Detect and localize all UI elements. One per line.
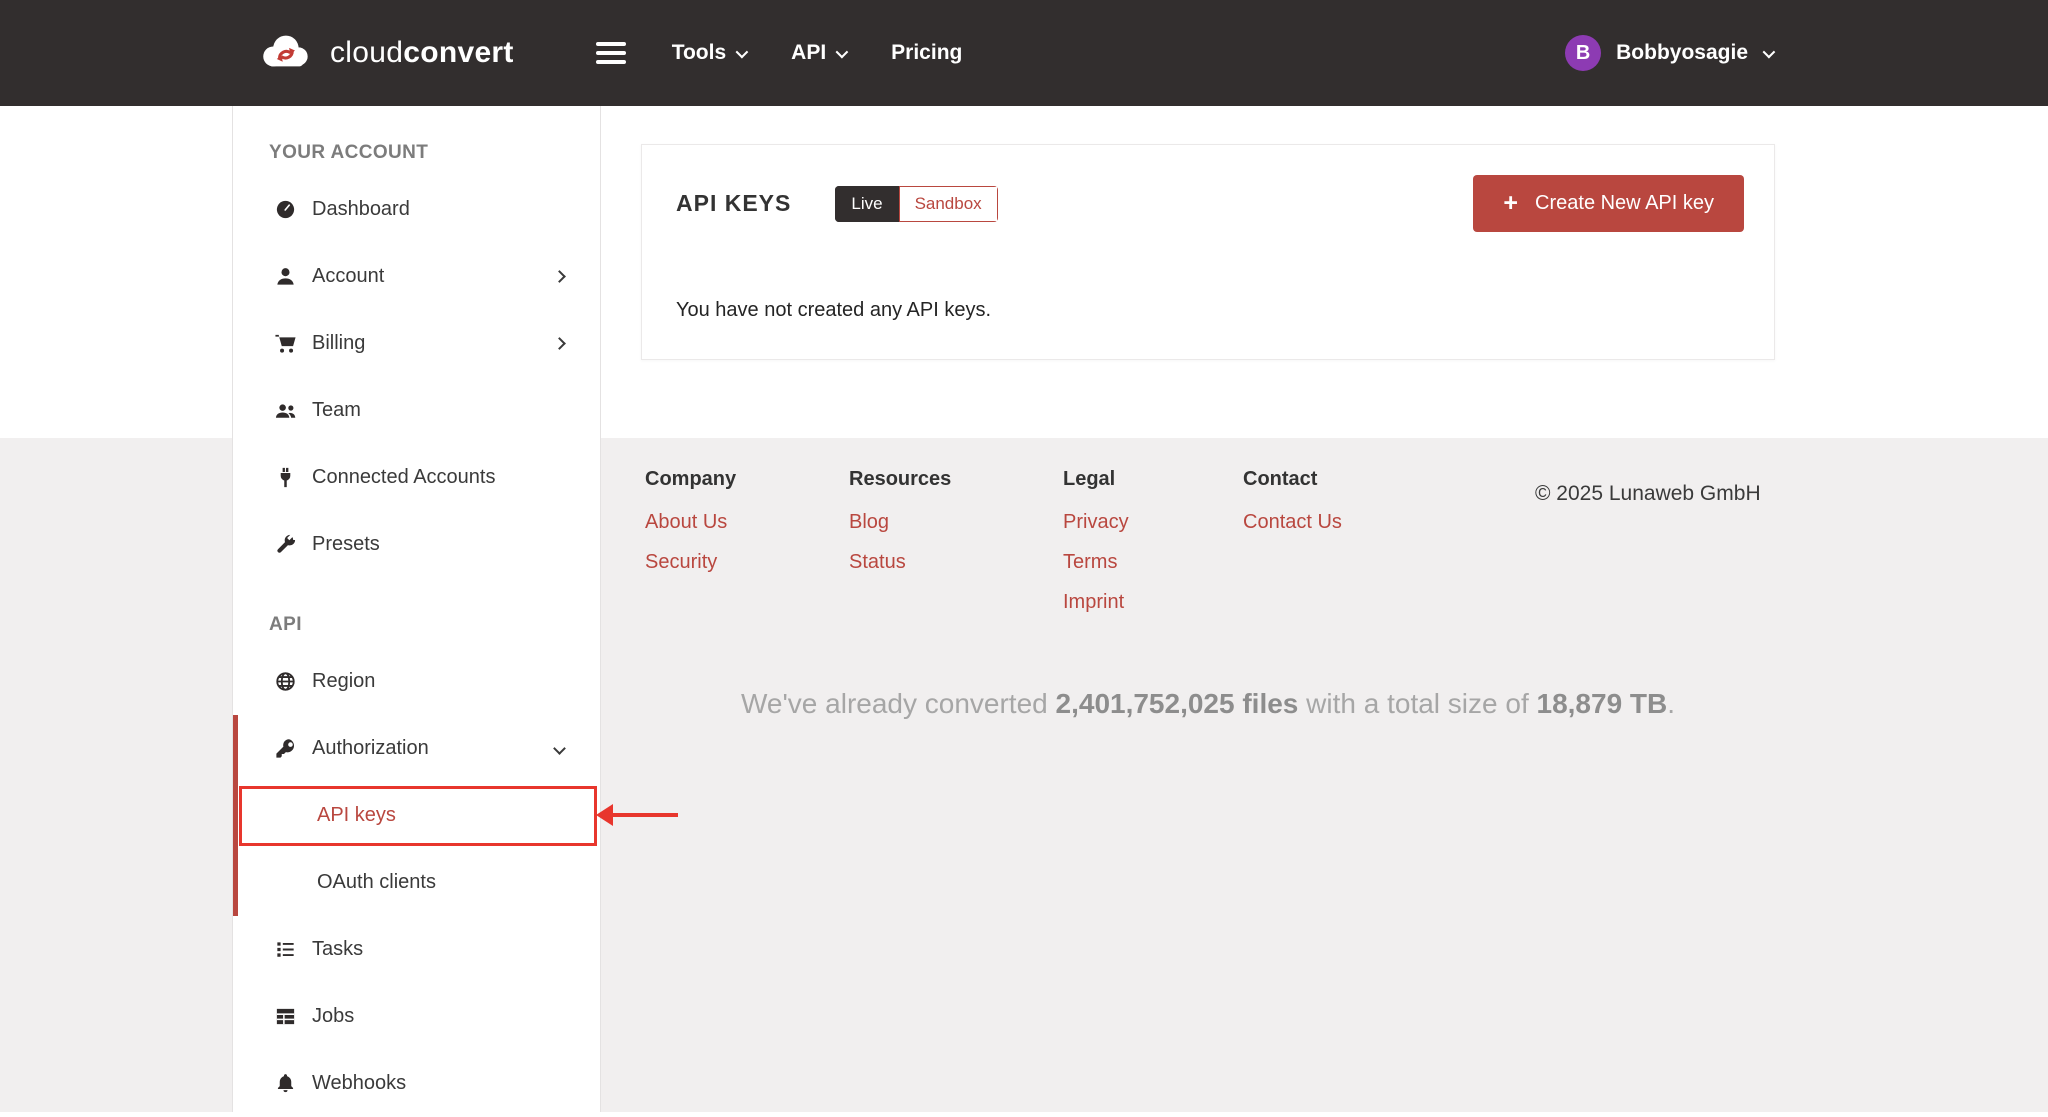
footer-column-resources: Resources Blog Status <box>849 468 951 591</box>
chevron-down-icon <box>553 742 566 755</box>
sidebar-item-team[interactable]: Team <box>233 377 600 444</box>
hamburger-menu-icon[interactable] <box>596 37 626 69</box>
sidebar-item-dashboard[interactable]: Dashboard <box>233 176 600 243</box>
nav-menu: Tools API Pricing <box>672 41 963 65</box>
key-icon <box>273 737 297 760</box>
create-new-api-key-button[interactable]: + Create New API key <box>1473 175 1744 232</box>
sidebar-item-label: Tasks <box>312 938 363 961</box>
footer-link-status[interactable]: Status <box>849 551 951 574</box>
footer-link-blog[interactable]: Blog <box>849 511 951 534</box>
footer-link-privacy[interactable]: Privacy <box>1063 511 1129 534</box>
toggle-sandbox-button[interactable]: Sandbox <box>899 186 998 222</box>
sidebar-item-presets[interactable]: Presets <box>233 511 600 578</box>
sidebar-item-label: Webhooks <box>312 1072 406 1095</box>
footer-link-contact-us[interactable]: Contact Us <box>1243 511 1342 534</box>
cart-icon <box>273 332 297 355</box>
sidebar-item-authorization[interactable]: Authorization <box>233 715 600 782</box>
conversion-stats: We've already converted 2,401,752,025 fi… <box>641 688 1775 720</box>
sidebar-item-tasks[interactable]: Tasks <box>233 916 600 983</box>
jobs-icon <box>273 1005 297 1028</box>
brand-logo[interactable]: cloudconvert <box>256 31 514 76</box>
top-navbar: cloudconvert Tools API Pricing B Bobbyos… <box>0 0 2048 106</box>
dashboard-icon <box>273 198 297 221</box>
footer-column-company: Company About Us Security <box>645 468 736 591</box>
sidebar-item-label: Authorization <box>312 737 429 760</box>
nav-item-pricing[interactable]: Pricing <box>891 41 962 65</box>
sidebar-subitem-api-keys[interactable]: API keys <box>233 782 600 849</box>
footer-link-terms[interactable]: Terms <box>1063 551 1129 574</box>
sidebar-item-account[interactable]: Account <box>233 243 600 310</box>
plus-icon: + <box>1503 191 1518 216</box>
chevron-down-icon <box>736 45 749 58</box>
footer-heading: Contact <box>1243 468 1342 491</box>
sidebar-subitem-oauth-clients[interactable]: OAuth clients <box>233 849 600 916</box>
authorization-group: Authorization API keys OAuth clients <box>233 715 600 916</box>
plug-icon <box>273 466 297 489</box>
card-header: API KEYS Live Sandbox + Create New API k… <box>642 145 1774 232</box>
user-icon <box>273 265 297 288</box>
sidebar-heading-your-account: YOUR ACCOUNT <box>233 106 600 176</box>
nav-item-api[interactable]: API <box>791 41 845 65</box>
toggle-live-button[interactable]: Live <box>835 186 898 222</box>
sidebar-item-label: Dashboard <box>312 198 410 221</box>
chevron-down-icon <box>836 45 849 58</box>
sidebar-item-label: Region <box>312 670 375 693</box>
nav-item-tools[interactable]: Tools <box>672 41 745 65</box>
sidebar-item-label: Connected Accounts <box>312 466 495 489</box>
sidebar-item-billing[interactable]: Billing <box>233 310 600 377</box>
footer-link-imprint[interactable]: Imprint <box>1063 591 1129 614</box>
chevron-right-icon <box>553 337 566 350</box>
bell-icon <box>273 1072 297 1095</box>
live-sandbox-toggle: Live Sandbox <box>835 186 997 222</box>
footer-heading: Resources <box>849 468 951 491</box>
sidebar-item-label: Account <box>312 265 384 288</box>
sidebar-item-label: Jobs <box>312 1005 354 1028</box>
sidebar-item-label: Billing <box>312 332 365 355</box>
team-icon <box>273 399 297 422</box>
api-keys-card: API KEYS Live Sandbox + Create New API k… <box>641 144 1775 360</box>
footer-link-security[interactable]: Security <box>645 551 736 574</box>
create-button-label: Create New API key <box>1535 192 1714 215</box>
footer-column-legal: Legal Privacy Terms Imprint <box>1063 468 1129 631</box>
brand-name: cloudconvert <box>330 36 514 70</box>
card-title: API KEYS <box>676 190 791 217</box>
tasks-icon <box>273 938 297 961</box>
sidebar-item-region[interactable]: Region <box>233 648 600 715</box>
wrench-icon <box>273 533 297 556</box>
footer-heading: Legal <box>1063 468 1129 491</box>
sidebar-item-label: API keys <box>317 804 396 827</box>
copyright-text: © 2025 Lunaweb GmbH <box>1535 482 1761 506</box>
sidebar-heading-api: API <box>233 578 600 648</box>
footer-link-about-us[interactable]: About Us <box>645 511 736 534</box>
sidebar-item-label: Presets <box>312 533 380 556</box>
empty-state-message: You have not created any API keys. <box>676 299 1774 322</box>
sidebar-item-webhooks[interactable]: Webhooks <box>233 1050 600 1117</box>
sidebar: YOUR ACCOUNT Dashboard Account Billing T… <box>232 106 601 1112</box>
sidebar-item-label: Team <box>312 399 361 422</box>
sidebar-item-connected-accounts[interactable]: Connected Accounts <box>233 444 600 511</box>
globe-icon <box>273 670 297 693</box>
user-name: Bobbyosagie <box>1616 41 1748 65</box>
sidebar-item-jobs[interactable]: Jobs <box>233 983 600 1050</box>
chevron-right-icon <box>553 270 566 283</box>
footer-column-contact: Contact Contact Us <box>1243 468 1342 551</box>
user-menu[interactable]: B Bobbyosagie <box>1565 35 1772 71</box>
footer-heading: Company <box>645 468 736 491</box>
chevron-down-icon <box>1763 45 1776 58</box>
sidebar-item-label: OAuth clients <box>317 871 436 894</box>
avatar: B <box>1565 35 1601 71</box>
cloudconvert-logo-icon <box>256 31 314 76</box>
